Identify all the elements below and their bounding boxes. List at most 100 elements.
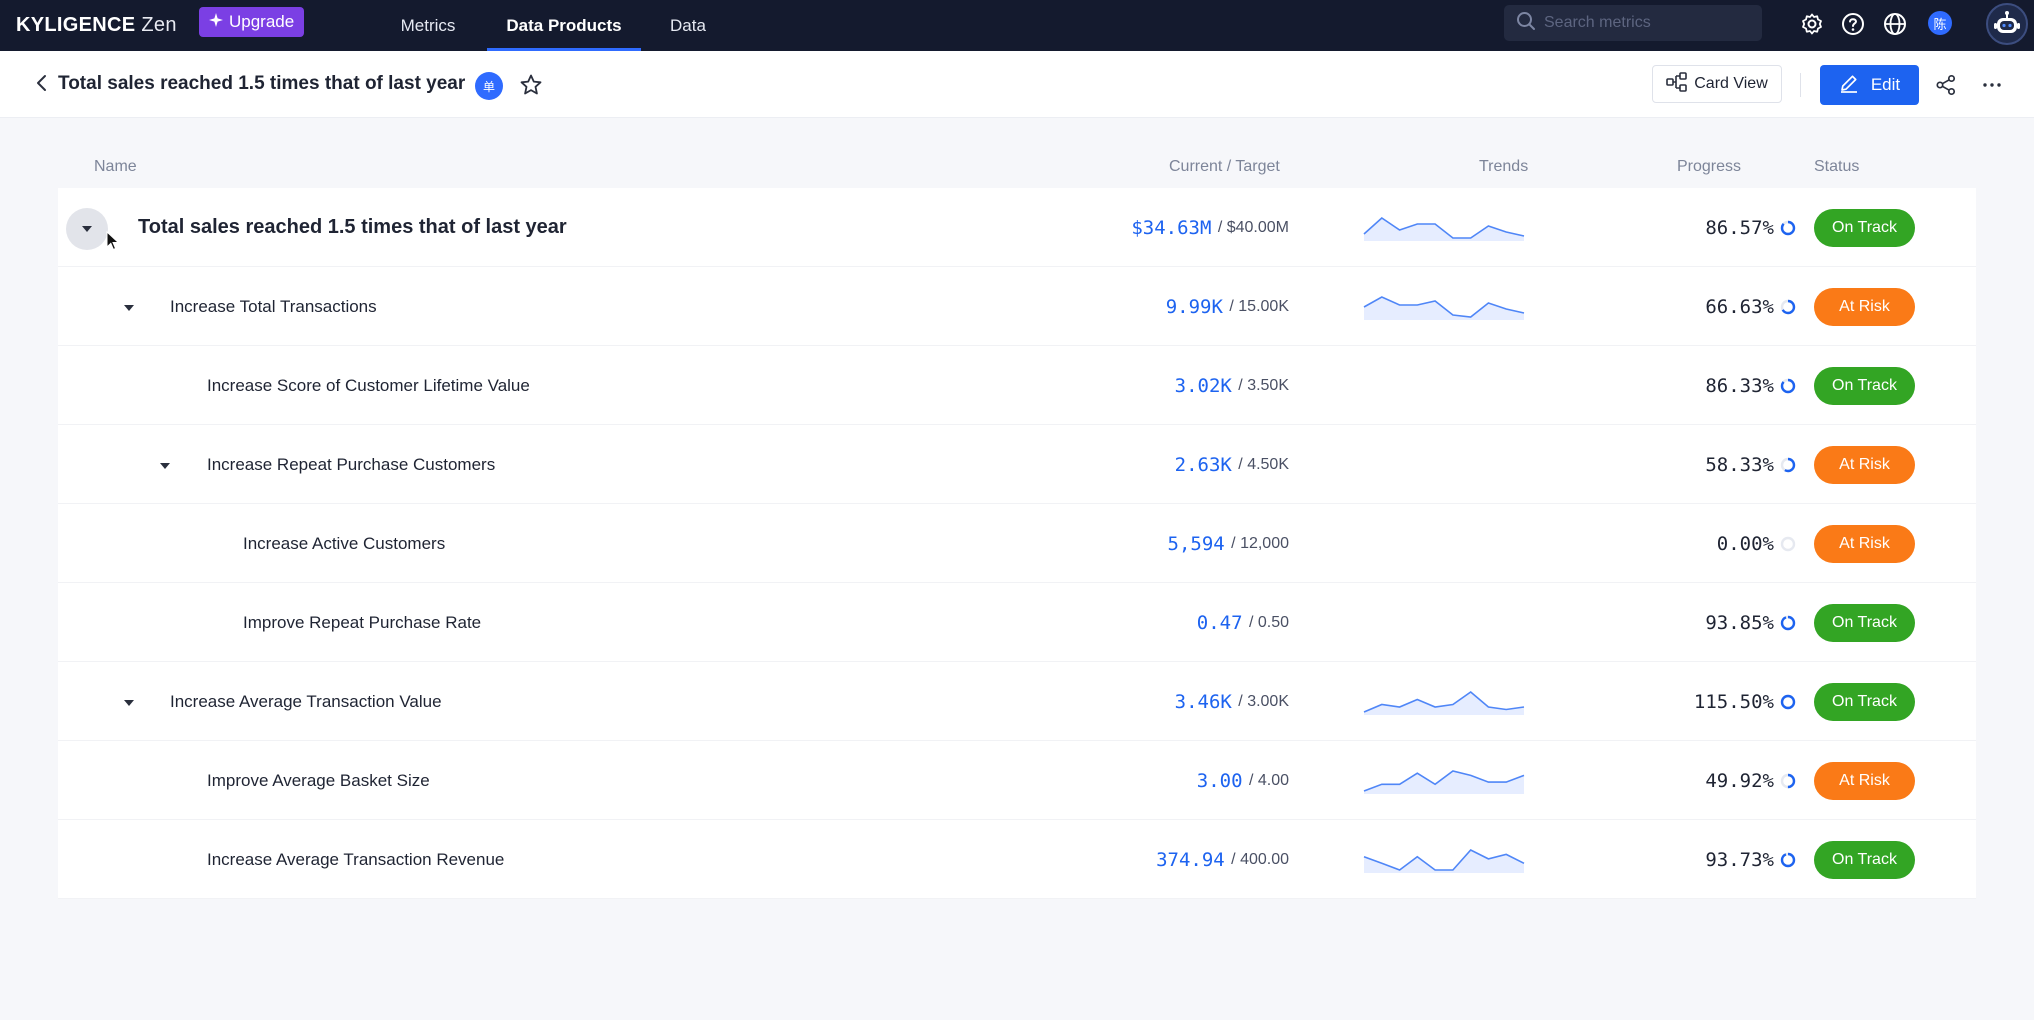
app-logo[interactable]: KYLIGENCE Zen	[16, 0, 177, 51]
metric-name[interactable]: Increase Score of Customer Lifetime Valu…	[207, 376, 530, 396]
progress-percent: 86.57%	[1705, 216, 1774, 239]
current-value: $34.63M	[1131, 216, 1212, 239]
user-avatar[interactable]: 陈	[1928, 11, 1952, 35]
progress-ring-icon	[1780, 536, 1796, 551]
expand-toggle-button[interactable]	[108, 287, 150, 329]
column-header-trends: Trends	[1479, 158, 1529, 175]
table-row[interactable]: Increase Repeat Purchase Customers 2.63K …	[58, 425, 1976, 504]
mouse-cursor-icon	[106, 231, 120, 251]
page-title: Total sales reached 1.5 times that of la…	[58, 73, 466, 94]
trend-sparkline	[1363, 849, 1525, 873]
progress-percent: 86.33%	[1705, 374, 1774, 397]
target-value: / 12,000	[1231, 534, 1289, 552]
table-row[interactable]: Increase Total Transactions 9.99K / 15.00…	[58, 267, 1976, 346]
column-header-progress: Progress	[1677, 158, 1742, 175]
table-row[interactable]: Increase Active Customers 5,594 / 12,000 0…	[58, 504, 1976, 583]
trend-sparkline	[1363, 296, 1525, 320]
progress-percent: 58.33%	[1705, 453, 1774, 476]
status-badge: On Track	[1814, 603, 1915, 642]
table-row[interactable]: Increase Score of Customer Lifetime Valu…	[58, 346, 1976, 425]
current-value: 5,594	[1167, 532, 1225, 555]
metric-tree-table: Total sales reached 1.5 times that of la…	[58, 188, 1976, 899]
help-icon[interactable]	[1840, 11, 1866, 37]
favorite-star-icon[interactable]	[517, 71, 545, 99]
status-badge: On Track	[1814, 366, 1915, 405]
progress-percent: 66.63%	[1705, 295, 1774, 318]
metric-name[interactable]: Improve Repeat Purchase Rate	[243, 613, 481, 633]
current-value: 0.47	[1196, 611, 1243, 634]
metric-name[interactable]: Total sales reached 1.5 times that of la…	[138, 216, 567, 239]
progress-ring-icon	[1780, 694, 1796, 709]
target-value: / 0.50	[1248, 613, 1289, 631]
progress-percent: 49.92%	[1705, 769, 1774, 792]
caret-down-icon	[124, 305, 134, 311]
target-value: / 4.50K	[1238, 455, 1289, 473]
tab-data-products[interactable]: Data Products	[487, 0, 641, 51]
trend-sparkline	[1363, 216, 1525, 241]
metric-name[interactable]: Increase Active Customers	[243, 534, 445, 554]
title-badge: 单	[475, 72, 503, 100]
metric-name[interactable]: Improve Average Basket Size	[207, 771, 430, 791]
brand-sub: Zen	[141, 14, 177, 36]
upgrade-button[interactable]: Upgrade	[199, 7, 305, 37]
target-value: / 3.00K	[1238, 692, 1289, 710]
current-value: 9.99K	[1165, 295, 1223, 318]
current-value: 3.02K	[1174, 374, 1232, 397]
table-row[interactable]: Increase Average Transaction Revenue 374.…	[58, 820, 1976, 899]
progress-percent: 115.50%	[1693, 690, 1774, 713]
card-view-button[interactable]: Card View	[1652, 65, 1782, 103]
status-badge: At Risk	[1814, 287, 1915, 326]
progress-ring-icon	[1780, 299, 1796, 314]
progress-percent: 93.85%	[1705, 611, 1774, 634]
status-badge: At Risk	[1814, 524, 1915, 563]
page-header: Total sales reached 1.5 times that of la…	[0, 51, 2034, 118]
progress-ring-icon	[1780, 773, 1796, 788]
status-badge: On Track	[1814, 840, 1915, 879]
more-options-icon[interactable]	[1979, 72, 2005, 98]
settings-icon[interactable]	[1799, 11, 1825, 37]
edit-button[interactable]: Edit	[1820, 65, 1919, 105]
progress-ring-icon	[1780, 220, 1796, 235]
trend-area	[1364, 692, 1524, 715]
card-view-label: Card View	[1694, 75, 1768, 92]
table-row[interactable]: Increase Average Transaction Value 3.46K …	[58, 662, 1976, 741]
table-row[interactable]: Improve Average Basket Size 3.00 / 4.00 49…	[58, 741, 1976, 820]
top-navigation-bar: KYLIGENCE Zen Upgrade Metrics Data Produ…	[0, 0, 2034, 51]
column-header-status: Status	[1814, 158, 1860, 175]
expand-toggle-button[interactable]	[108, 682, 150, 724]
trend-sparkline	[1363, 770, 1525, 794]
chevron-left-icon	[37, 75, 46, 91]
current-value: 374.94	[1156, 848, 1225, 871]
status-badge: At Risk	[1814, 761, 1915, 800]
back-button[interactable]	[30, 71, 54, 95]
metric-name[interactable]: Increase Repeat Purchase Customers	[207, 455, 495, 475]
target-value: / 3.50K	[1238, 376, 1289, 394]
metric-name[interactable]: Increase Average Transaction Revenue	[207, 850, 504, 870]
progress-percent: 0.00%	[1716, 532, 1774, 555]
tab-metrics[interactable]: Metrics	[378, 0, 478, 51]
caret-down-icon	[124, 700, 134, 706]
metric-name[interactable]: Increase Total Transactions	[170, 297, 377, 317]
assistant-bot-icon[interactable]	[1986, 3, 2028, 45]
target-value: / $40.00M	[1217, 218, 1289, 236]
expand-toggle-button[interactable]	[144, 445, 186, 487]
hierarchy-icon	[1666, 71, 1688, 97]
column-header-name: Name	[94, 158, 137, 175]
status-badge: At Risk	[1814, 445, 1915, 484]
target-value: / 400.00	[1231, 850, 1289, 868]
trend-sparkline	[1363, 690, 1525, 715]
status-badge: On Track	[1814, 682, 1915, 721]
tab-data[interactable]: Data	[650, 0, 726, 51]
share-icon[interactable]	[1933, 72, 1959, 98]
current-value: 2.63K	[1174, 453, 1232, 476]
table-row[interactable]: Improve Repeat Purchase Rate 0.47 / 0.50 9…	[58, 583, 1976, 662]
expand-toggle-button[interactable]	[66, 208, 108, 250]
globe-icon[interactable]	[1882, 11, 1908, 37]
search-box	[1504, 5, 1762, 41]
table-row[interactable]: Total sales reached 1.5 times that of la…	[58, 188, 1976, 267]
search-input[interactable]	[1544, 14, 1744, 32]
target-value: / 15.00K	[1229, 297, 1289, 315]
caret-down-icon	[160, 463, 170, 469]
metric-name[interactable]: Increase Average Transaction Value	[170, 692, 442, 712]
progress-ring-icon	[1780, 378, 1796, 393]
